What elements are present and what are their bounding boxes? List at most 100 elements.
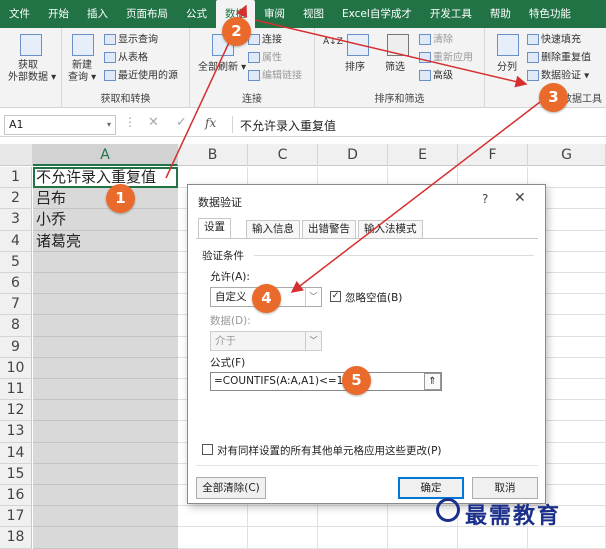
name-box-dropdown-icon[interactable]: ▾	[107, 116, 111, 134]
cell[interactable]	[458, 527, 528, 549]
new-query-button-line2[interactable]: 查询 ▾	[68, 72, 96, 84]
cell-a[interactable]	[33, 273, 178, 295]
data-validation-button[interactable]: 数据验证 ▾	[527, 70, 589, 83]
cell-a[interactable]	[33, 421, 178, 443]
tab-home[interactable]: 开始	[39, 0, 78, 28]
row-header[interactable]: 3	[0, 209, 32, 231]
tab-insert[interactable]: 插入	[78, 0, 117, 28]
tab-file[interactable]: 文件	[0, 0, 39, 28]
cell-a[interactable]: 小乔	[33, 209, 178, 231]
name-box[interactable]: A1 ▾	[4, 115, 116, 135]
cell-a[interactable]: 诸葛亮	[33, 230, 178, 252]
cell-a[interactable]	[33, 251, 178, 273]
sort-button[interactable]: 排序	[345, 62, 365, 74]
recent-sources-button[interactable]: 最近使用的源	[104, 70, 178, 83]
confirm-entry-icon[interactable]: ✓	[176, 115, 187, 130]
tab-view[interactable]: 视图	[294, 0, 333, 28]
connections-button[interactable]: 连接	[248, 34, 282, 47]
cell[interactable]	[178, 527, 248, 549]
formula-bar-content[interactable]: 不允许录入重复值	[240, 117, 336, 134]
tab-excel-self-study[interactable]: Excel自学成才	[333, 0, 421, 28]
sort-az-button[interactable]: A↓Z	[323, 36, 343, 48]
cell[interactable]	[248, 527, 318, 549]
column-header-b[interactable]: B	[178, 144, 248, 166]
cell-a[interactable]	[33, 294, 178, 316]
cell[interactable]	[178, 506, 248, 528]
tab-formulas[interactable]: 公式	[177, 0, 216, 28]
cell[interactable]	[388, 527, 458, 549]
tab-settings[interactable]: 设置	[198, 218, 231, 238]
cell[interactable]	[528, 527, 606, 549]
remove-duplicates-button[interactable]: 删除重复值	[527, 52, 591, 65]
select-all-corner[interactable]	[0, 144, 33, 166]
cancel-button[interactable]: 取消	[472, 477, 538, 499]
ok-button[interactable]: 确定	[398, 477, 464, 499]
row-header[interactable]: 6	[0, 273, 32, 295]
formula-input[interactable]: =COUNTIFS(A:A,A1)<=1	[210, 372, 442, 391]
row-header[interactable]: 2	[0, 188, 32, 210]
tab-help[interactable]: 帮助	[481, 0, 520, 28]
properties-button[interactable]: 属性	[248, 52, 282, 65]
cell-a[interactable]	[33, 527, 178, 549]
cell-a[interactable]: 不允许录入重复值	[33, 167, 178, 189]
insert-function-icon[interactable]: fx	[205, 116, 216, 130]
row-header[interactable]: 1	[0, 167, 32, 189]
reapply-button[interactable]: 重新应用	[419, 52, 473, 65]
cell-a[interactable]	[33, 506, 178, 528]
row-header[interactable]: 4	[0, 230, 32, 252]
apply-all-checkbox[interactable]	[202, 444, 213, 455]
tab-review[interactable]: 审阅	[255, 0, 294, 28]
row-header[interactable]: 11	[0, 379, 32, 401]
cell-a[interactable]	[33, 357, 178, 379]
close-icon[interactable]: ✕	[514, 190, 526, 206]
cell[interactable]	[318, 527, 388, 549]
column-header-g[interactable]: G	[528, 144, 606, 166]
row-header[interactable]: 13	[0, 421, 32, 443]
column-header-d[interactable]: D	[318, 144, 388, 166]
filter-button[interactable]: 筛选	[385, 62, 405, 74]
ignore-blank-checkbox[interactable]: ✓	[330, 291, 341, 302]
from-table-button[interactable]: 从表格	[104, 52, 148, 65]
row-header[interactable]: 15	[0, 463, 32, 485]
show-query-button[interactable]: 显示查询	[104, 34, 158, 47]
row-header[interactable]: 5	[0, 251, 32, 273]
row-header[interactable]: 9	[0, 336, 32, 358]
split-columns-button[interactable]: 分列	[497, 62, 517, 74]
advanced-button[interactable]: 高级	[419, 70, 453, 83]
row-header[interactable]: 17	[0, 506, 32, 528]
cell-a[interactable]	[33, 442, 178, 464]
row-header[interactable]: 7	[0, 294, 32, 316]
row-header[interactable]: 12	[0, 400, 32, 422]
cell-a[interactable]	[33, 379, 178, 401]
tab-page-layout[interactable]: 页面布局	[117, 0, 177, 28]
row-header[interactable]: 18	[0, 527, 32, 549]
column-header-e[interactable]: E	[388, 144, 458, 166]
tab-developer[interactable]: 开发工具	[421, 0, 481, 28]
help-icon[interactable]: ?	[482, 192, 488, 206]
column-header-a[interactable]: A	[33, 144, 178, 166]
collapse-dialog-icon[interactable]: ⇑	[424, 373, 441, 390]
tab-special-features[interactable]: 特色功能	[520, 0, 580, 28]
clear-button[interactable]: 清除	[419, 34, 453, 47]
row-header[interactable]: 16	[0, 485, 32, 507]
tab-ime-mode[interactable]: 输入法模式	[358, 220, 423, 238]
refresh-all-button[interactable]: 全部刷新 ▾	[198, 62, 246, 74]
data-dropdown[interactable]: 介于 ﹀	[210, 331, 322, 351]
get-data-button-line2[interactable]: 外部数据 ▾	[8, 72, 56, 84]
column-header-c[interactable]: C	[248, 144, 318, 166]
cell[interactable]	[248, 506, 318, 528]
cell[interactable]	[318, 506, 388, 528]
cell-a[interactable]	[33, 315, 178, 337]
edit-links-button[interactable]: 编辑链接	[248, 70, 302, 83]
tab-input-message[interactable]: 输入信息	[246, 220, 300, 238]
new-query-button[interactable]: 新建	[72, 60, 92, 72]
row-header[interactable]: 10	[0, 357, 32, 379]
cell-a[interactable]	[33, 336, 178, 358]
cell-a[interactable]	[33, 400, 178, 422]
column-header-f[interactable]: F	[458, 144, 528, 166]
cell-a[interactable]	[33, 463, 178, 485]
row-header[interactable]: 14	[0, 442, 32, 464]
get-data-button[interactable]: 获取	[18, 60, 38, 72]
cell-a[interactable]	[33, 485, 178, 507]
cancel-entry-icon[interactable]: ✕	[148, 115, 159, 130]
